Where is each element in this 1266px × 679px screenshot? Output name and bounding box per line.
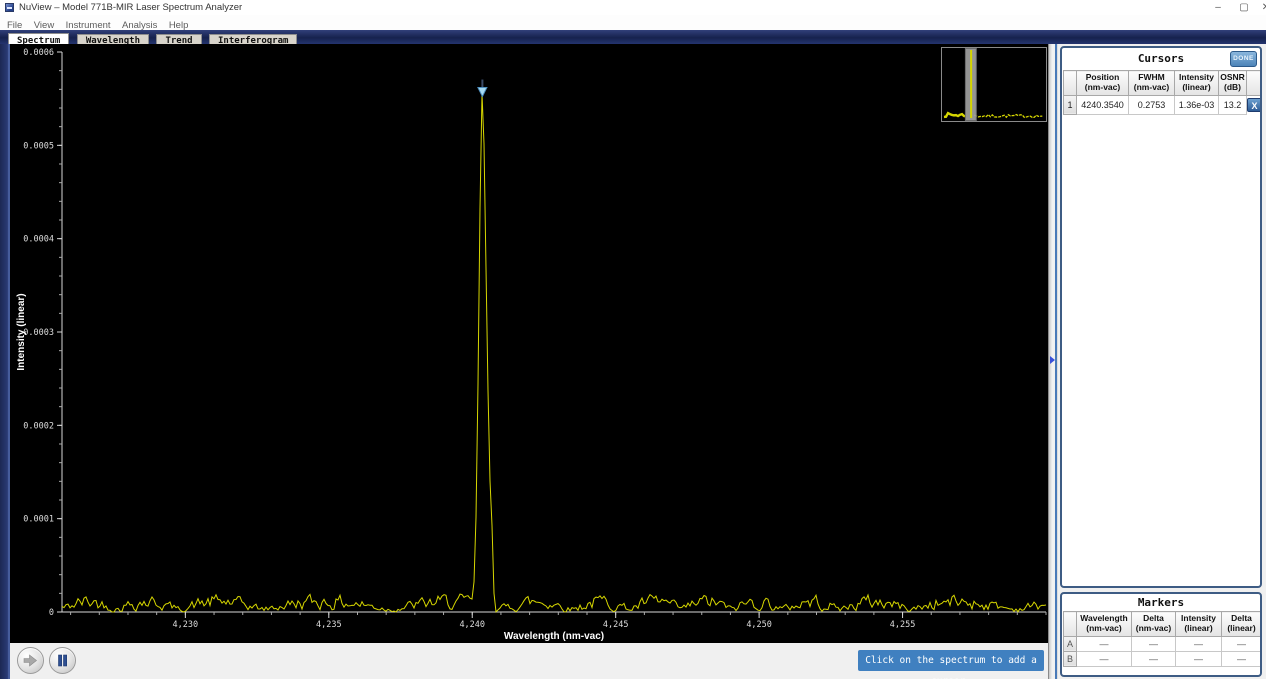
titlebar: NuView – Model 771B-MIR Laser Spectrum A… xyxy=(0,0,1266,15)
play-arrow-icon xyxy=(18,648,43,673)
cursors-col-delete xyxy=(1247,71,1262,96)
svg-text:Intensity (linear): Intensity (linear) xyxy=(16,293,27,370)
marker-row-a: A — — — — xyxy=(1064,636,1262,651)
status-message: Click on the spectrum to add a cursor. xyxy=(858,650,1044,671)
play-button[interactable] xyxy=(17,647,44,674)
cursor-row-id: 1 xyxy=(1064,95,1077,114)
splitter-collapse-icon[interactable] xyxy=(1050,356,1055,364)
marker-a-intensity: — xyxy=(1176,636,1222,651)
spectrum-plot[interactable]: 4,230 4,235 4,240 4,245 4,250 4,255 0 0.0001 0.0… xyxy=(10,44,1048,643)
cursors-col-position: Position (nm-vac) xyxy=(1077,71,1129,96)
marker-b-delta-linear: — xyxy=(1222,651,1262,666)
cursors-col-intensity: Intensity (linear) xyxy=(1175,71,1219,96)
marker-b-id: B xyxy=(1064,651,1077,666)
minimize-button[interactable]: – xyxy=(1208,0,1228,15)
marker-a-wavelength: — xyxy=(1077,636,1132,651)
cursors-col-osnr: OSNR (dB) xyxy=(1219,71,1247,96)
marker-b-intensity: — xyxy=(1176,651,1222,666)
left-edge-border xyxy=(0,44,10,679)
svg-text:0.0005: 0.0005 xyxy=(23,141,54,151)
marker-row-b: B — — — — xyxy=(1064,651,1262,666)
cursors-col-fwhm: FWHM (nm-vac) xyxy=(1129,71,1175,96)
maximize-button[interactable]: ▢ xyxy=(1234,0,1254,15)
svg-text:0.0002: 0.0002 xyxy=(23,421,54,431)
splitter-accent-line xyxy=(1055,44,1057,679)
marker-a-id: A xyxy=(1064,636,1077,651)
tab-strip: Spectrum Wavelength Trend Interferogram xyxy=(0,30,1266,44)
svg-text:4,250: 4,250 xyxy=(746,620,772,630)
svg-text:0.0006: 0.0006 xyxy=(23,48,54,58)
svg-text:0.0001: 0.0001 xyxy=(23,515,54,525)
done-button[interactable]: DONE xyxy=(1230,51,1257,67)
window-title: NuView – Model 771B-MIR Laser Spectrum A… xyxy=(19,2,242,13)
pause-icon xyxy=(50,648,75,673)
right-panel: Cursors DONE Position (nm-vac) FWHM (nm-… xyxy=(1058,44,1266,679)
marker-b-wavelength: — xyxy=(1077,651,1132,666)
splitter[interactable] xyxy=(1048,44,1058,679)
spectrum-trace xyxy=(62,93,1046,612)
transport-bar: Click on the spectrum to add a cursor. xyxy=(10,643,1048,679)
svg-text:0.0003: 0.0003 xyxy=(23,328,54,338)
markers-col-intensity: Intensity (linear) xyxy=(1176,612,1222,637)
markers-col-blank xyxy=(1064,612,1077,637)
app-icon xyxy=(5,3,14,12)
marker-a-delta-nm: — xyxy=(1132,636,1176,651)
svg-text:4,245: 4,245 xyxy=(603,620,629,630)
cursor-fwhm-value: 0.2753 xyxy=(1129,95,1175,114)
menubar: File View Instrument Analysis Help xyxy=(0,15,1266,30)
marker-a-delta-linear: — xyxy=(1222,636,1262,651)
cursors-col-blank xyxy=(1064,71,1077,96)
svg-text:4,240: 4,240 xyxy=(459,620,485,630)
cursor-marker-icon xyxy=(478,88,487,97)
markers-col-delta-nm: Delta (nm-vac) xyxy=(1132,612,1176,637)
svg-text:0: 0 xyxy=(49,608,54,618)
svg-text:0.0004: 0.0004 xyxy=(23,235,54,245)
svg-text:4,255: 4,255 xyxy=(890,620,916,630)
markers-panel: Markers Wavelength (nm-vac) Delta (nm-va… xyxy=(1060,592,1262,677)
markers-panel-title: Markers xyxy=(1062,594,1260,611)
cursors-panel: Cursors DONE Position (nm-vac) FWHM (nm-… xyxy=(1060,46,1262,588)
markers-col-wavelength: Wavelength (nm-vac) xyxy=(1077,612,1132,637)
cursor-row: 1 4240.3540 0.2753 1.36e-03 13.2 X xyxy=(1064,95,1262,114)
cursors-table: Position (nm-vac) FWHM (nm-vac) Intensit… xyxy=(1063,70,1262,115)
overview-inset-plot[interactable] xyxy=(942,48,1046,121)
svg-text:4,235: 4,235 xyxy=(316,620,342,630)
marker-b-delta-nm: — xyxy=(1132,651,1176,666)
pause-button[interactable] xyxy=(49,647,76,674)
spectrum-plot-area: 4,230 4,235 4,240 4,245 4,250 4,255 0 0.0001 0.0… xyxy=(10,44,1048,643)
cursor-osnr-value: 13.2 xyxy=(1219,95,1247,114)
cursor-intensity-value: 1.36e-03 xyxy=(1175,95,1219,114)
markers-col-delta-linear: Delta (linear) xyxy=(1222,612,1262,637)
delete-cursor-button[interactable]: X xyxy=(1247,98,1262,112)
svg-text:4,230: 4,230 xyxy=(173,620,199,630)
cursor-position-value: 4240.3540 xyxy=(1077,95,1129,114)
close-button[interactable]: ✕ xyxy=(1256,0,1266,15)
markers-table: Wavelength (nm-vac) Delta (nm-vac) Inten… xyxy=(1063,611,1262,667)
svg-text:Wavelength (nm-vac): Wavelength (nm-vac) xyxy=(504,631,604,642)
overview-inset[interactable] xyxy=(941,47,1047,122)
